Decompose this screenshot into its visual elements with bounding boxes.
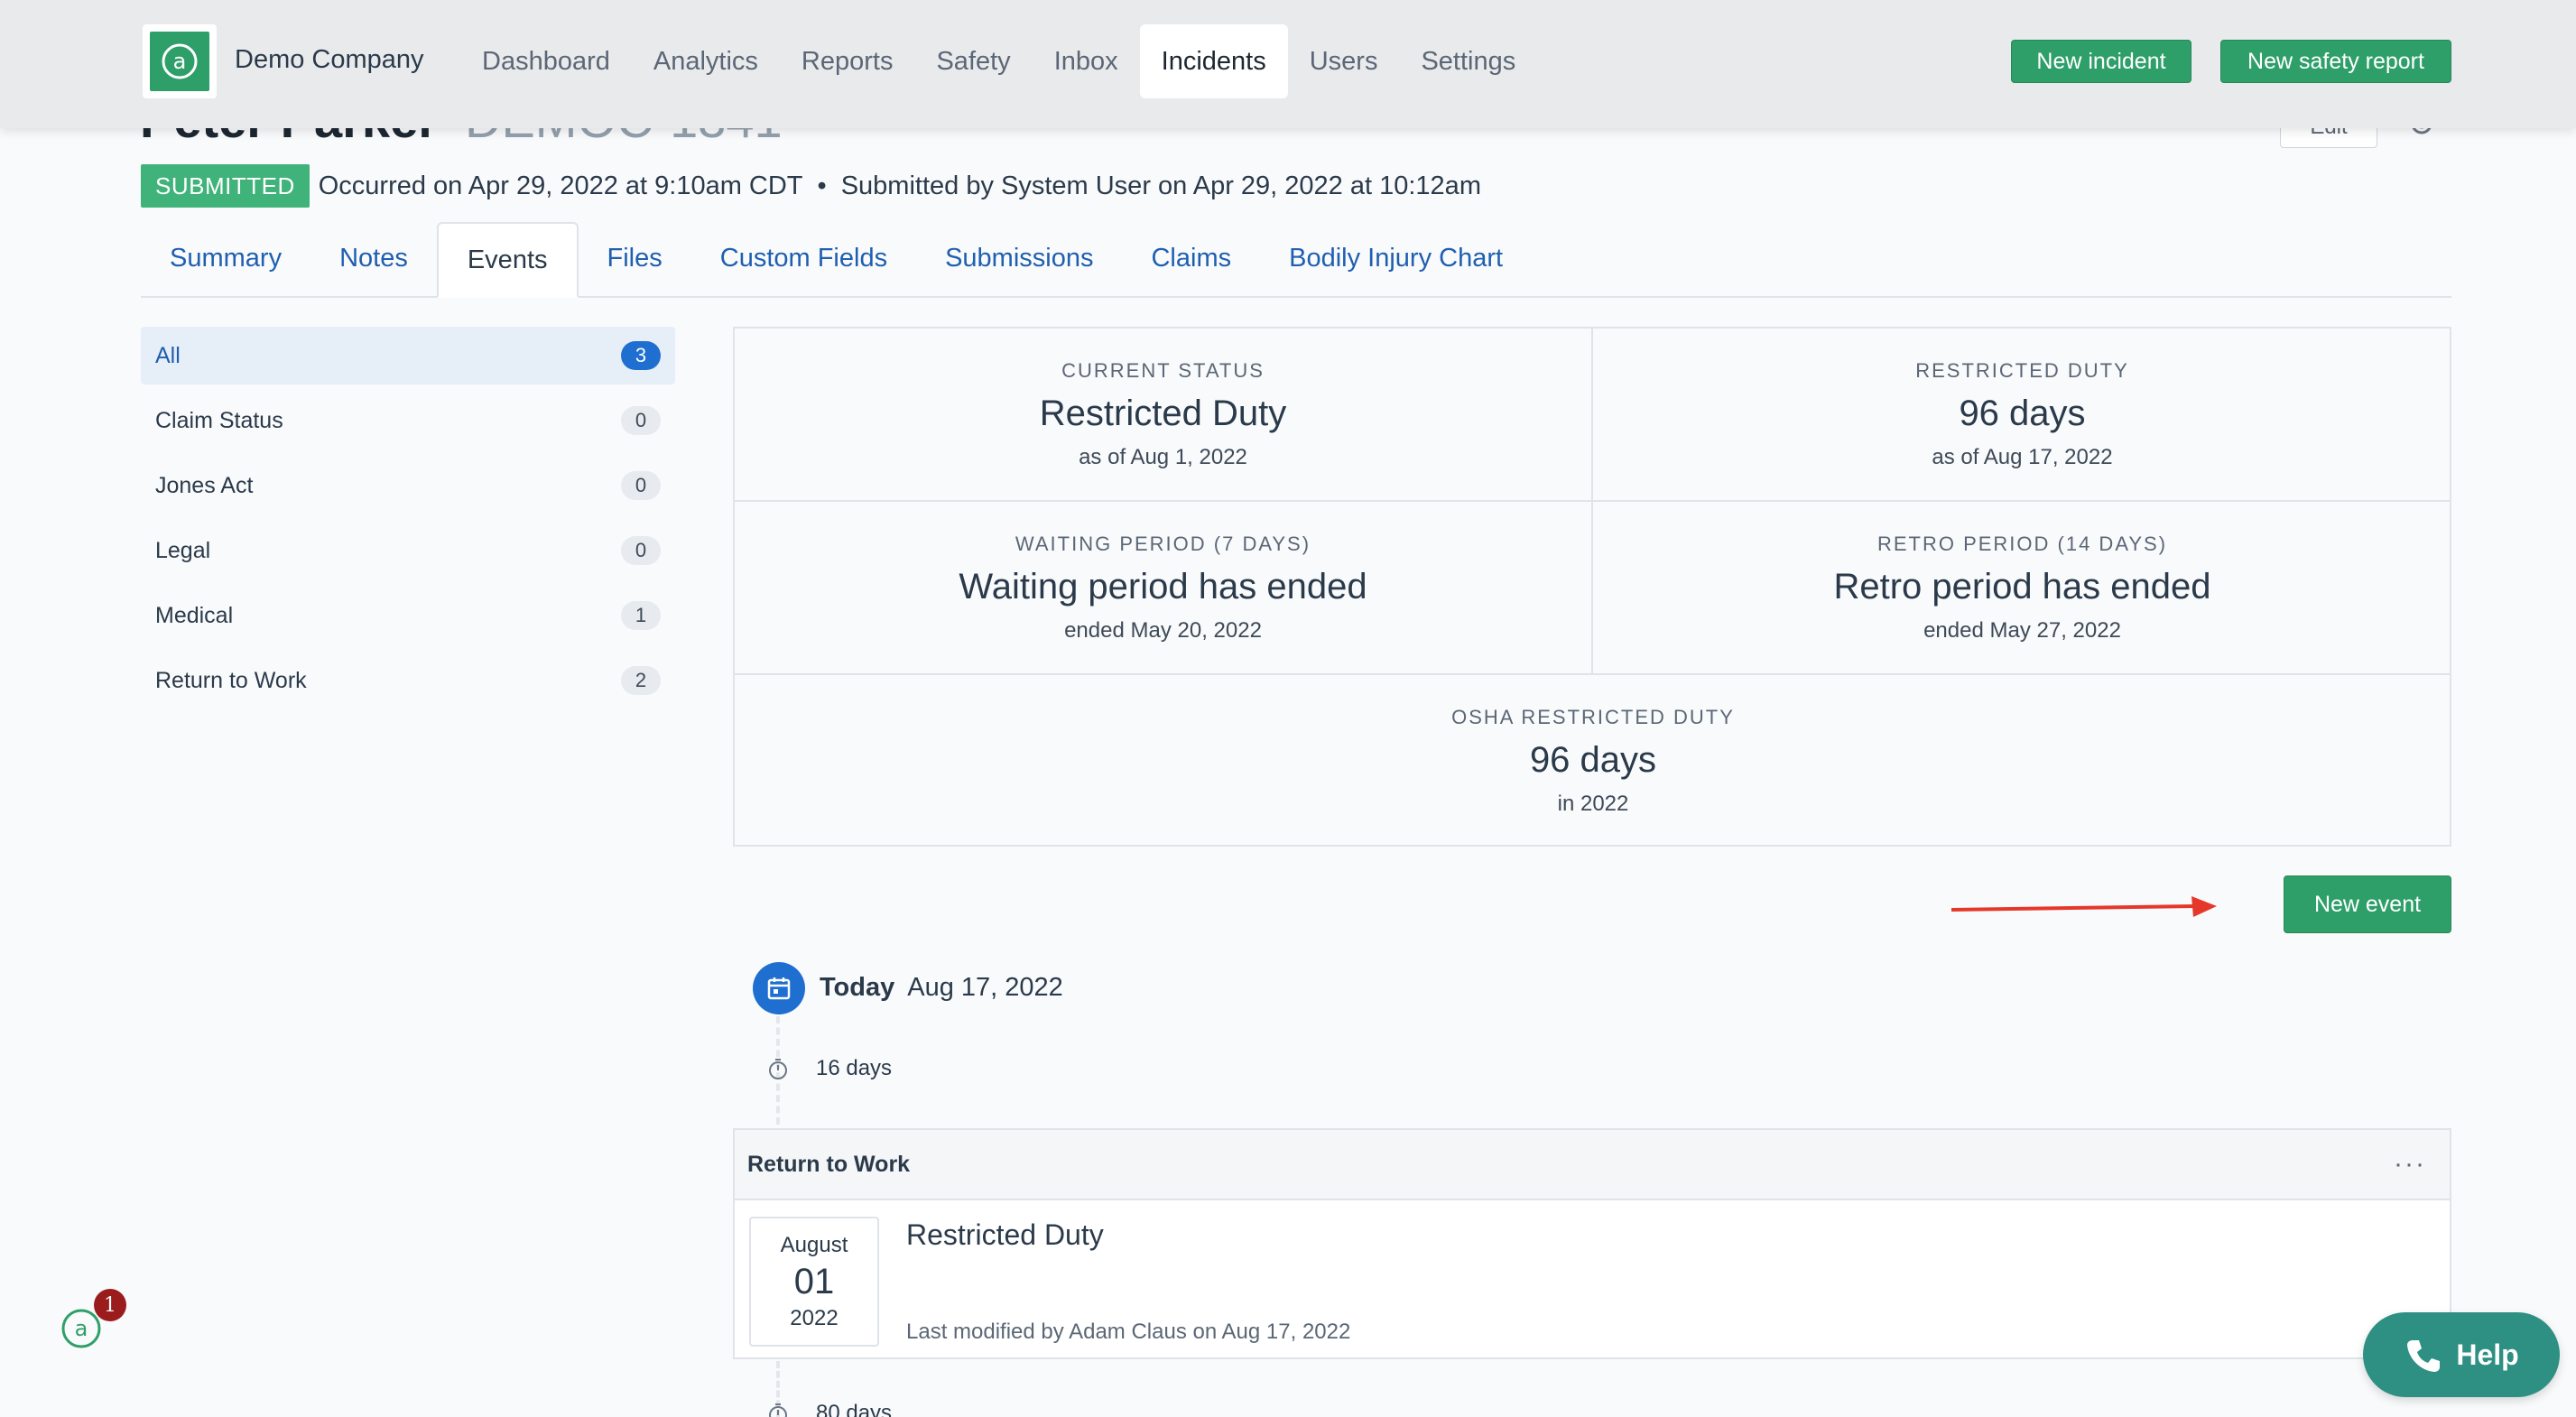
stat-value: Restricted Duty (1039, 393, 1287, 433)
current-status-stat: Current Status Restricted Duty as of Aug… (735, 329, 1593, 502)
timeline-gap: 80 days (767, 1401, 892, 1417)
waiting-period-stat: Waiting Period (7 days) Waiting period h… (735, 502, 1593, 675)
occurred-text: Occurred on Apr 29, 2022 at 9:10am CDT (318, 171, 803, 200)
stat-label: Retro Period (14 days) (1876, 532, 2168, 555)
nav-dashboard[interactable]: Dashboard (460, 24, 632, 98)
gap-duration: 80 days (816, 1401, 893, 1417)
new-incident-button[interactable]: New incident (2011, 40, 2191, 83)
nav-reports[interactable]: Reports (780, 24, 915, 98)
stat-label: Restricted Duty (1915, 358, 2129, 382)
help-label: Help (2456, 1338, 2519, 1371)
tab-claims[interactable]: Claims (1122, 220, 1260, 296)
filter-label: Medical (155, 602, 234, 628)
notification-widget[interactable]: a 1 (58, 1287, 130, 1359)
timeline-gap: 16 days (767, 1056, 892, 1081)
event-year: 2022 (790, 1305, 839, 1330)
nav-users[interactable]: Users (1288, 24, 1400, 98)
stat-subtext: ended May 20, 2022 (1064, 617, 1262, 643)
nav-inbox[interactable]: Inbox (1033, 24, 1140, 98)
incident-tabs: Summary Notes Events Files Custom Fields… (141, 222, 2451, 298)
nav-analytics[interactable]: Analytics (632, 24, 780, 98)
status-badge: SUBMITTED (141, 164, 310, 208)
stat-label: OSHA Restricted Duty (1451, 705, 1735, 728)
company-name[interactable]: Demo Company (235, 45, 424, 75)
filter-all[interactable]: All 3 (141, 327, 675, 384)
company-logo[interactable]: a (143, 24, 217, 98)
today-date: Aug 17, 2022 (907, 973, 1063, 1002)
tab-summary[interactable]: Summary (141, 220, 310, 296)
filter-label: All (155, 342, 181, 368)
notification-badge: 1 (94, 1289, 126, 1321)
stat-subtext: as of Aug 17, 2022 (1932, 444, 2113, 469)
event-modified-text: Last modified by Adam Claus on Aug 17, 2… (906, 1320, 1351, 1344)
timeline-today: Today Aug 17, 2022 (820, 973, 1063, 1003)
filter-label: Claim Status (155, 407, 283, 433)
tab-events[interactable]: Events (436, 222, 579, 298)
filter-return-to-work[interactable]: Return to Work 2 (141, 652, 675, 709)
gap-duration: 16 days (816, 1056, 893, 1080)
filter-label: Legal (155, 537, 211, 563)
stopwatch-icon (769, 1059, 787, 1079)
nav-settings[interactable]: Settings (1399, 24, 1537, 98)
event-category: Return to Work (747, 1151, 911, 1177)
logo-icon: a (162, 43, 198, 79)
incident-status-line: SUBMITTED Occurred on Apr 29, 2022 at 9:… (141, 164, 1481, 208)
nav-safety[interactable]: Safety (914, 24, 1032, 98)
event-title: Restricted Duty (906, 1218, 1104, 1251)
filter-count: 0 (621, 406, 661, 435)
new-event-button[interactable]: New event (2284, 875, 2451, 933)
event-card: Return to Work ··· August 01 2022 Restri… (733, 1128, 2451, 1359)
filter-count: 3 (621, 341, 661, 370)
stat-label: Current Status (1061, 358, 1265, 382)
restricted-duty-stat: Restricted Duty 96 days as of Aug 17, 20… (1593, 329, 2451, 502)
stat-label: Waiting Period (7 days) (1015, 532, 1311, 555)
tab-custom-fields[interactable]: Custom Fields (691, 220, 916, 296)
tab-submissions[interactable]: Submissions (916, 220, 1122, 296)
filter-count: 0 (621, 471, 661, 500)
filter-legal[interactable]: Legal 0 (141, 522, 675, 579)
svg-text:a: a (75, 1316, 88, 1341)
retro-period-stat: Retro Period (14 days) Retro period has … (1593, 502, 2451, 675)
tab-bodily-injury-chart[interactable]: Bodily Injury Chart (1260, 220, 1532, 296)
stopwatch-icon (769, 1403, 787, 1417)
osha-restricted-duty-stat: OSHA Restricted Duty 96 days in 2022 (735, 675, 2451, 847)
filter-count: 0 (621, 536, 661, 565)
more-options-icon[interactable]: ··· (2383, 1149, 2437, 1180)
tab-files[interactable]: Files (579, 220, 691, 296)
filter-medical[interactable]: Medical 1 (141, 587, 675, 644)
filter-count: 1 (621, 601, 661, 630)
today-label: Today (820, 973, 895, 1002)
separator-dot: • (817, 171, 827, 200)
filter-label: Jones Act (155, 472, 254, 498)
event-filter-list: All 3 Claim Status 0 Jones Act 0 Legal 0… (141, 327, 675, 717)
calendar-icon (753, 962, 805, 1014)
help-button[interactable]: Help (2363, 1312, 2560, 1397)
new-safety-report-button[interactable]: New safety report (2220, 40, 2451, 83)
filter-jones-act[interactable]: Jones Act 0 (141, 457, 675, 514)
main-nav: Dashboard Analytics Reports Safety Inbox… (460, 24, 1537, 98)
svg-text:a: a (173, 49, 187, 74)
status-summary-grid: Current Status Restricted Duty as of Aug… (733, 327, 2451, 847)
phone-icon (2407, 1340, 2441, 1372)
event-day: 01 (793, 1261, 835, 1301)
filter-count: 2 (621, 666, 661, 695)
submitted-text: Submitted by System User on Apr 29, 2022… (840, 171, 1481, 200)
stat-value: 96 days (1529, 739, 1657, 780)
stat-subtext: as of Aug 1, 2022 (1079, 444, 1247, 469)
stat-subtext: in 2022 (1557, 791, 1629, 816)
stat-value: 96 days (1959, 393, 2086, 433)
stat-value: Retro period has ended (1833, 566, 2211, 607)
event-date-box: August 01 2022 (749, 1217, 879, 1347)
top-navbar: a Demo Company Dashboard Analytics Repor… (0, 0, 2576, 128)
stat-value: Waiting period has ended (959, 566, 1367, 607)
tab-notes[interactable]: Notes (310, 220, 437, 296)
filter-label: Return to Work (155, 667, 307, 693)
nav-incidents[interactable]: Incidents (1139, 24, 1288, 98)
event-card-header: Return to Work ··· (735, 1130, 2450, 1200)
event-month: August (780, 1232, 848, 1257)
annotation-arrow-icon (1951, 896, 2217, 917)
stat-subtext: ended May 27, 2022 (1923, 617, 2121, 643)
filter-claim-status[interactable]: Claim Status 0 (141, 392, 675, 449)
